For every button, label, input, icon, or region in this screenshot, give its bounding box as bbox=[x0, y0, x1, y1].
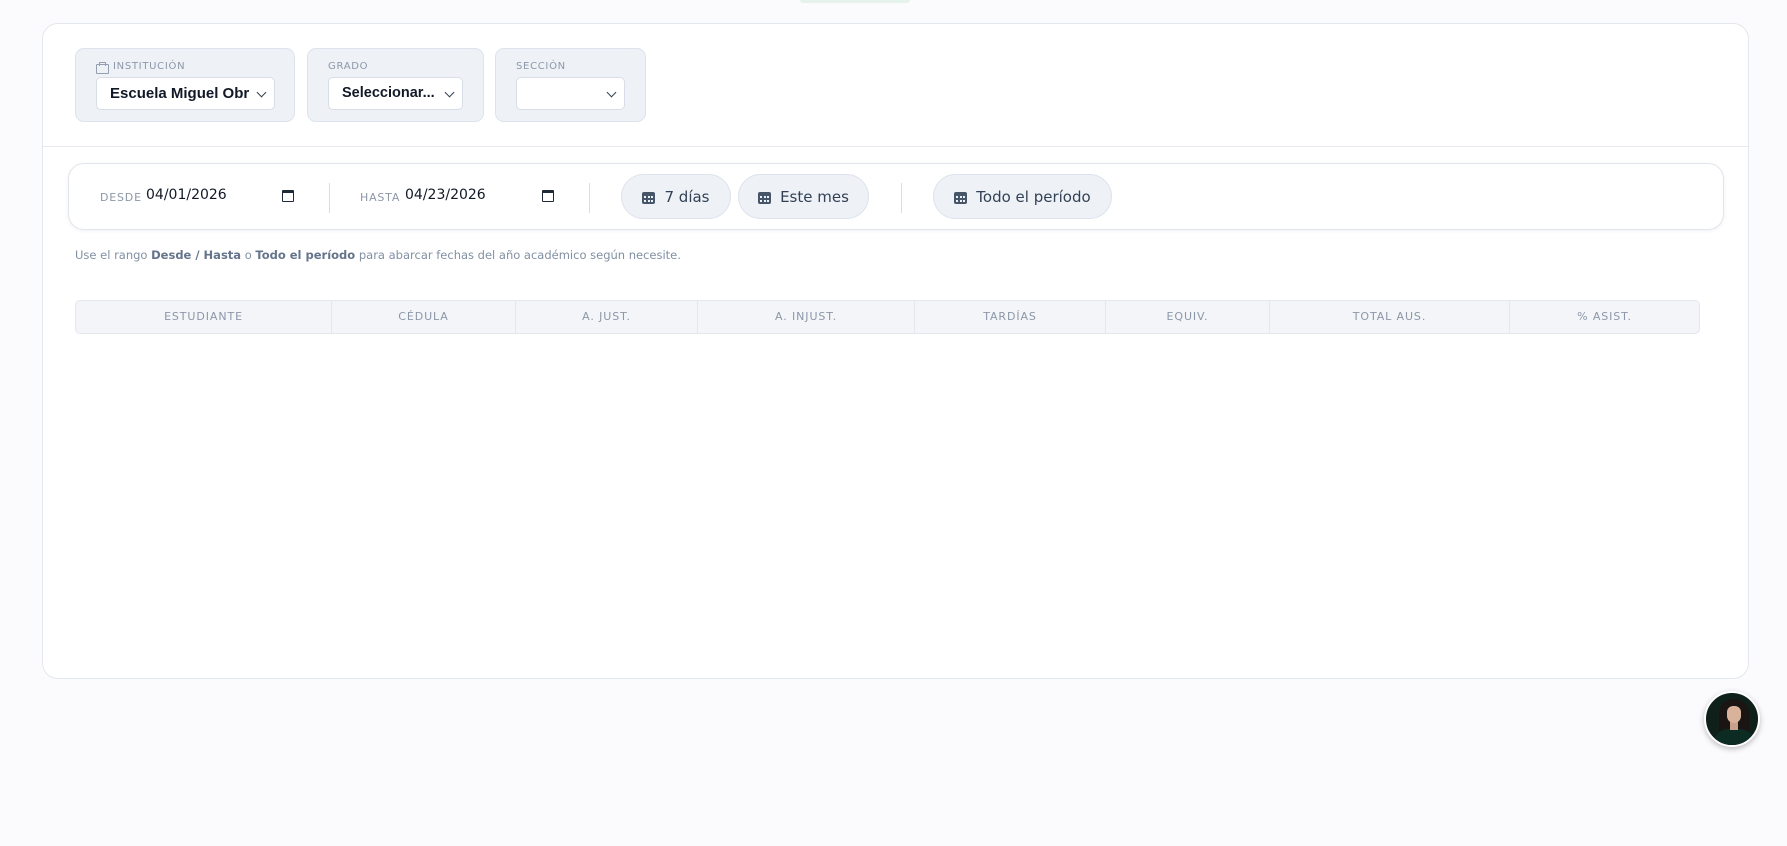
divider bbox=[329, 183, 330, 213]
column-header-tardias[interactable]: TARDÍAS bbox=[915, 301, 1106, 333]
date-range-bar: DESDE 04/01/2026 HASTA 04/23/2026 7 días… bbox=[68, 163, 1724, 230]
chevron-down-icon bbox=[256, 87, 267, 98]
column-header-estudiante[interactable]: ESTUDIANTE bbox=[76, 301, 332, 333]
column-header-total-aus[interactable]: TOTAL AUS. bbox=[1270, 301, 1510, 333]
seccion-filter: SECCIÓN bbox=[495, 48, 646, 122]
divider bbox=[901, 183, 902, 213]
institucion-filter: INSTITUCIÓN Escuela Miguel Obr bbox=[75, 48, 295, 122]
top-indicator bbox=[800, 0, 910, 3]
calendar-icon bbox=[954, 190, 968, 204]
calendar-icon[interactable] bbox=[282, 190, 294, 202]
attendance-table-header: ESTUDIANTE CÉDULA A. JUST. A. INJUST. TA… bbox=[75, 300, 1700, 334]
desde-label: DESDE bbox=[100, 191, 142, 204]
calendar-icon bbox=[642, 190, 656, 204]
whole-period-label: Todo el período bbox=[976, 187, 1091, 206]
desde-date-input[interactable]: 04/01/2026 bbox=[146, 187, 227, 203]
column-header-equiv[interactable]: EQUIV. bbox=[1106, 301, 1270, 333]
column-header-cedula[interactable]: CÉDULA bbox=[332, 301, 516, 333]
calendar-icon[interactable] bbox=[542, 190, 554, 202]
chevron-down-icon bbox=[606, 87, 617, 98]
seccion-select[interactable] bbox=[516, 77, 625, 110]
divider bbox=[589, 183, 590, 213]
this-month-button[interactable]: Este mes bbox=[738, 174, 869, 219]
chevron-down-icon bbox=[444, 87, 455, 98]
hasta-date-input[interactable]: 04/23/2026 bbox=[405, 187, 486, 203]
attendance-report-card: INSTITUCIÓN Escuela Miguel Obr GRADO Sel… bbox=[42, 23, 1749, 679]
institucion-select[interactable]: Escuela Miguel Obr bbox=[96, 77, 275, 110]
whole-period-button[interactable]: Todo el período bbox=[933, 174, 1112, 219]
helper-text: Use el rango Desde / Hasta o Todo el per… bbox=[75, 248, 681, 262]
column-header-a-just[interactable]: A. JUST. bbox=[516, 301, 698, 333]
grado-value: Seleccionar... bbox=[342, 85, 435, 101]
institucion-label: INSTITUCIÓN bbox=[113, 61, 186, 72]
building-icon bbox=[96, 61, 109, 74]
grado-filter: GRADO Seleccionar... bbox=[307, 48, 484, 122]
grado-label: GRADO bbox=[328, 61, 369, 72]
last-7-days-label: 7 días bbox=[664, 187, 710, 206]
this-month-label: Este mes bbox=[780, 187, 849, 206]
report-body: DESDE 04/01/2026 HASTA 04/23/2026 7 días… bbox=[43, 147, 1748, 678]
filters-section: INSTITUCIÓN Escuela Miguel Obr GRADO Sel… bbox=[43, 24, 1748, 147]
last-7-days-button[interactable]: 7 días bbox=[621, 174, 731, 219]
hasta-label: HASTA bbox=[360, 191, 401, 204]
seccion-label: SECCIÓN bbox=[516, 61, 566, 72]
column-header-pct-asist[interactable]: % ASIST. bbox=[1510, 301, 1699, 333]
calendar-icon bbox=[758, 190, 772, 204]
column-header-a-injust[interactable]: A. INJUST. bbox=[698, 301, 915, 333]
assistant-avatar[interactable] bbox=[1704, 691, 1760, 747]
grado-select[interactable]: Seleccionar... bbox=[328, 77, 463, 110]
institucion-value: Escuela Miguel Obr bbox=[110, 85, 250, 102]
